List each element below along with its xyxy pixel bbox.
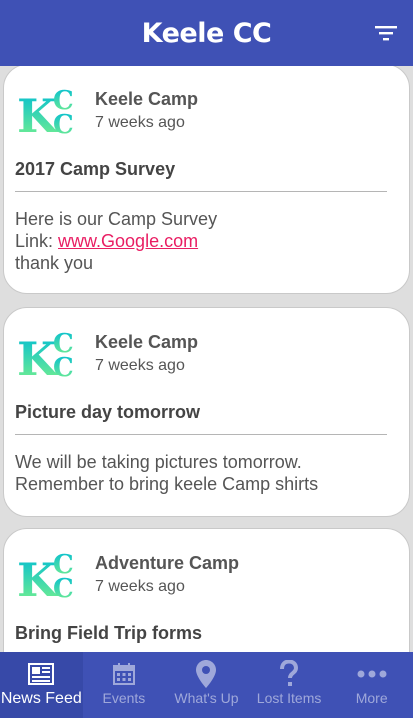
post-body-line: Here is our Camp Survey	[15, 209, 218, 229]
post-link[interactable]: www.Google.com	[58, 231, 198, 251]
post-title: Bring Field Trip forms	[15, 623, 203, 643]
post-author: Keele Camp	[95, 332, 199, 352]
post-timestamp: 7 weeks ago	[95, 357, 185, 374]
post-timestamp: 7 weeks ago	[95, 114, 185, 131]
post-title: 2017 Camp Survey	[15, 159, 176, 179]
tab-more[interactable]: More	[330, 652, 413, 718]
post-author: Keele Camp	[95, 89, 199, 109]
bottom-tab-bar: News Feed Events What's Up Lost Items Mo…	[0, 652, 413, 718]
app-title: Keele CC	[141, 17, 272, 49]
svg-text:C: C	[53, 110, 74, 137]
more-dots-icon	[357, 660, 387, 688]
question-mark-icon	[274, 660, 304, 688]
post-body-line: Remember to bring keele Camp shirts	[15, 474, 319, 494]
svg-text:C: C	[53, 574, 74, 601]
tab-label: Events	[102, 690, 146, 706]
post-body: We will be taking pictures tomorrow. Rem…	[15, 451, 395, 495]
news-feed-list[interactable]: K C C Keele Camp 7 weeks ago 2017 Camp S…	[0, 66, 413, 652]
tab-whats-up[interactable]: What's Up	[165, 652, 248, 718]
post-card[interactable]: K C C Keele Camp 7 weeks ago 2017 Camp S…	[3, 66, 410, 294]
post-card[interactable]: K C C Keele Camp 7 weeks ago Picture day…	[3, 307, 410, 517]
post-body-line: Link: www.Google.com	[15, 230, 395, 252]
kcc-logo: K C C	[17, 551, 74, 601]
post-timestamp: 7 weeks ago	[95, 578, 185, 595]
post-card[interactable]: K C C Adventure Camp 7 weeks ago Bring F…	[3, 528, 410, 652]
app-bar: Keele CC	[0, 0, 413, 66]
tab-lost-items[interactable]: Lost Items	[248, 652, 331, 718]
tab-events[interactable]: Events	[83, 652, 166, 718]
post-divider	[15, 434, 387, 435]
kcc-logo: K C C	[17, 87, 74, 137]
link-prefix: Link:	[15, 231, 59, 251]
svg-text:C: C	[53, 353, 74, 380]
newspaper-icon	[26, 660, 56, 688]
tab-label: What's Up	[174, 690, 239, 706]
filter-icon[interactable]	[375, 24, 397, 42]
post-divider	[15, 191, 387, 192]
post-body-line: We will be taking pictures tomorrow.	[15, 452, 302, 472]
calendar-icon	[109, 660, 139, 688]
post-body-line: thank you	[15, 253, 94, 273]
kcc-logo: K C C	[17, 330, 74, 380]
tab-label: News Feed	[0, 690, 82, 707]
post-title: Picture day tomorrow	[15, 402, 201, 422]
post-author: Adventure Camp	[95, 553, 240, 573]
tab-label: Lost Items	[256, 690, 322, 706]
location-pin-icon	[191, 660, 221, 688]
post-body: Here is our Camp Survey Link: www.Google…	[15, 208, 395, 274]
tab-news-feed[interactable]: News Feed	[0, 652, 83, 718]
tab-label: More	[355, 690, 388, 706]
